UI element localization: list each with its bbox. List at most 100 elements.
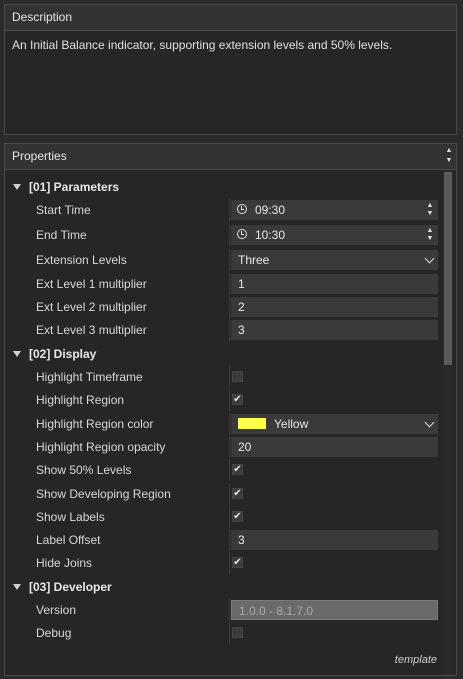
divider	[229, 224, 230, 246]
ext-level-2-input[interactable]: 2	[231, 297, 438, 317]
description-text: An Initial Balance indicator, supporting…	[12, 38, 393, 52]
property-name: Debug	[36, 626, 72, 640]
row-start-time: Start Time 09:30 ▲ ▼	[5, 199, 442, 221]
color-swatch	[238, 418, 266, 429]
ext-level-1-input[interactable]: 1	[231, 274, 438, 294]
divider	[229, 506, 230, 528]
show-labels-checkbox[interactable]: ✔	[232, 511, 243, 522]
highlight-timeframe-checkbox[interactable]	[232, 371, 243, 382]
row-version: Version 1.0.0 - 8.1.7.0	[5, 599, 442, 621]
scroll-down-arrow-icon[interactable]: ▼	[444, 156, 454, 166]
property-name: Highlight Timeframe	[36, 370, 143, 384]
show-developing-region-checkbox[interactable]: ✔	[232, 488, 243, 499]
property-name: Start Time	[36, 203, 91, 217]
divider	[229, 296, 230, 318]
divider	[229, 273, 230, 295]
row-show-50-levels: Show 50% Levels ✔	[5, 459, 442, 481]
time-spinner[interactable]: ▲ ▼	[426, 227, 434, 243]
vertical-scrollbar[interactable]	[443, 170, 453, 675]
properties-title: Properties	[12, 149, 67, 163]
divider	[229, 389, 230, 411]
row-highlight-region-opacity: Highlight Region opacity 20	[5, 436, 442, 458]
highlight-color-value: Yellow	[274, 417, 309, 431]
property-name: Show 50% Levels	[36, 463, 132, 477]
property-name: Highlight Region	[36, 393, 125, 407]
property-name: End Time	[36, 228, 87, 242]
spin-down-icon[interactable]: ▼	[426, 210, 434, 218]
divider	[229, 319, 230, 341]
template-label[interactable]: template	[395, 654, 437, 666]
divider	[229, 529, 230, 551]
hide-joins-checkbox[interactable]: ✔	[232, 557, 243, 568]
divider	[229, 366, 230, 388]
divider	[229, 199, 230, 221]
spin-up-icon[interactable]: ▲	[426, 227, 434, 235]
show-50-levels-checkbox[interactable]: ✔	[232, 464, 243, 475]
divider	[229, 552, 230, 574]
property-name: Ext Level 3 multiplier	[36, 323, 147, 337]
highlight-color-select[interactable]: Yellow	[231, 414, 438, 434]
row-end-time: End Time 10:30 ▲ ▼	[5, 224, 442, 246]
highlight-region-checkbox[interactable]: ✔	[232, 394, 243, 405]
collapse-arrow-icon[interactable]	[13, 184, 21, 190]
row-ext-level-1: Ext Level 1 multiplier 1	[5, 273, 442, 295]
row-highlight-region-color: Highlight Region color Yellow	[5, 413, 442, 435]
row-label-offset: Label Offset 3	[5, 529, 442, 551]
row-highlight-region: Highlight Region ✔	[5, 389, 442, 411]
property-name: Label Offset	[36, 533, 101, 547]
debug-checkbox[interactable]	[232, 627, 243, 638]
ext-level-3-input[interactable]: 3	[231, 320, 438, 340]
label-offset-input[interactable]: 3	[231, 530, 438, 550]
row-show-developing-region: Show Developing Region ✔	[5, 483, 442, 505]
category-label: [03] Developer	[29, 580, 112, 594]
scrollbar-thumb[interactable]	[444, 172, 452, 365]
property-name: Extension Levels	[36, 253, 127, 267]
start-time-value: 09:30	[255, 203, 286, 217]
properties-panel: Properties ▲ ▼ [01] Parameters Start Tim…	[4, 143, 457, 676]
property-name: Highlight Region color	[36, 417, 154, 431]
spin-up-icon[interactable]: ▲	[426, 202, 434, 210]
end-time-input[interactable]: 10:30 ▲ ▼	[231, 225, 438, 245]
extension-levels-value: Three	[238, 253, 270, 267]
row-debug: Debug	[5, 622, 442, 644]
extension-levels-select[interactable]: Three	[231, 250, 438, 270]
spin-down-icon[interactable]: ▼	[426, 235, 434, 243]
description-panel: Description An Initial Balance indicator…	[4, 4, 457, 135]
divider	[229, 599, 230, 621]
property-name: Version	[36, 603, 77, 617]
row-show-labels: Show Labels ✔	[5, 506, 442, 528]
end-time-value: 10:30	[255, 228, 286, 242]
chevron-down-icon	[424, 417, 435, 428]
clock-icon	[237, 229, 247, 239]
property-name: Show Developing Region	[36, 487, 171, 501]
row-ext-level-3: Ext Level 3 multiplier 3	[5, 319, 442, 341]
row-extension-levels: Extension Levels Three	[5, 249, 442, 271]
collapse-arrow-icon[interactable]	[13, 351, 21, 357]
divider	[229, 622, 230, 644]
property-name: Hide Joins	[36, 556, 93, 570]
highlight-opacity-input[interactable]: 20	[231, 437, 438, 457]
divider	[229, 413, 230, 435]
description-header: Description	[5, 5, 456, 31]
properties-header: Properties ▲ ▼	[5, 144, 456, 170]
start-time-input[interactable]: 09:30 ▲ ▼	[231, 200, 438, 220]
property-name: Highlight Region opacity	[36, 440, 166, 454]
divider	[229, 459, 230, 481]
property-name: Ext Level 1 multiplier	[36, 277, 147, 291]
property-name: Ext Level 2 multiplier	[36, 300, 147, 314]
time-spinner[interactable]: ▲ ▼	[426, 202, 434, 218]
row-ext-level-2: Ext Level 2 multiplier 2	[5, 296, 442, 318]
collapse-arrow-icon[interactable]	[13, 584, 21, 590]
category-label: [01] Parameters	[29, 180, 120, 194]
header-scroll-arrows[interactable]: ▲ ▼	[444, 146, 454, 168]
divider	[229, 483, 230, 505]
scroll-up-arrow-icon[interactable]: ▲	[444, 146, 454, 156]
category-label: [02] Display	[29, 347, 97, 361]
property-name: Show Labels	[36, 510, 105, 524]
version-field: 1.0.0 - 8.1.7.0	[231, 600, 438, 620]
divider	[229, 249, 230, 271]
divider	[229, 436, 230, 458]
clock-icon	[237, 204, 247, 214]
chevron-down-icon	[424, 253, 435, 264]
row-hide-joins: Hide Joins ✔	[5, 552, 442, 574]
